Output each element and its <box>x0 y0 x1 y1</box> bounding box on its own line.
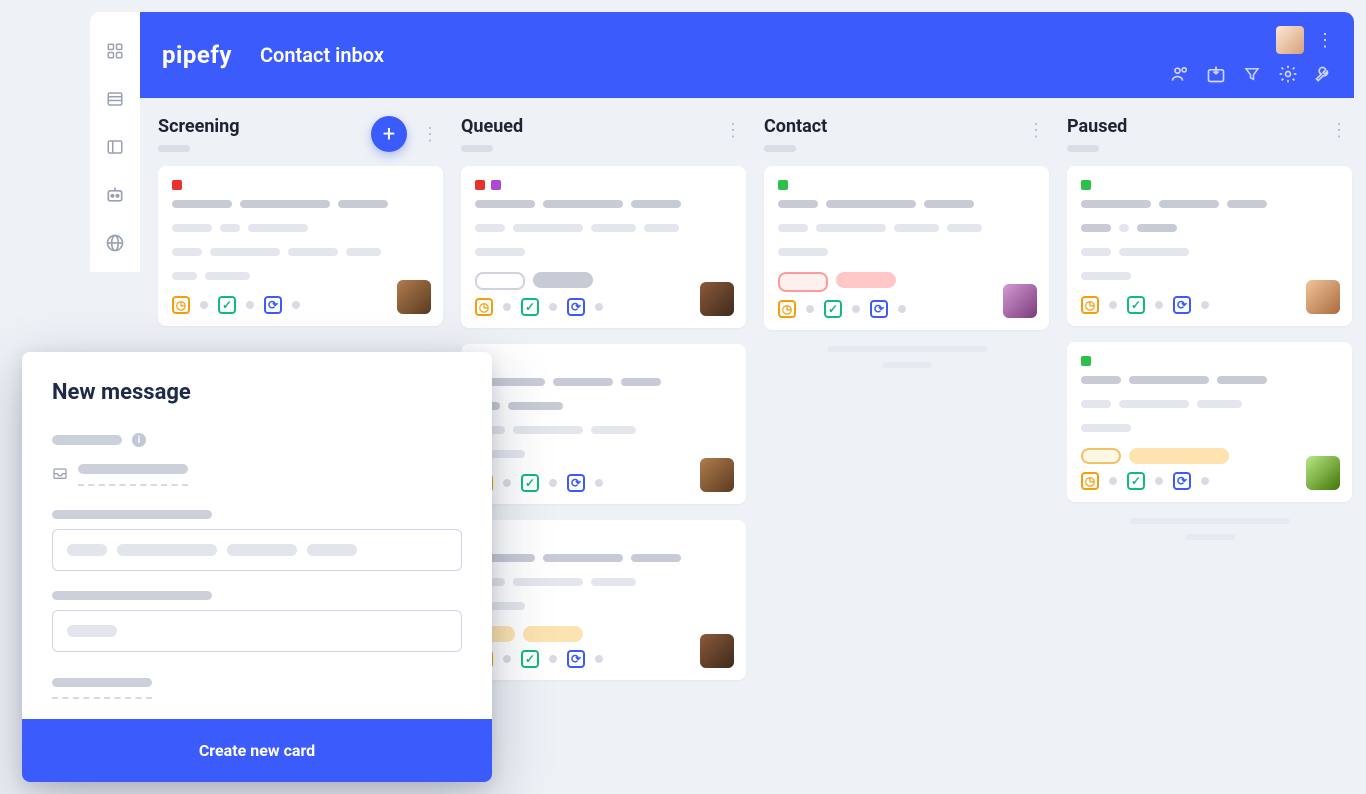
tag-red <box>172 180 182 190</box>
tools-icon[interactable] <box>1314 64 1334 84</box>
column-title: Queued <box>461 116 523 137</box>
settings-icon[interactable] <box>1278 64 1298 84</box>
assignee-avatar[interactable] <box>397 280 431 314</box>
app-header: pipefy Contact inbox ⋮ <box>140 12 1354 98</box>
kanban-card[interactable]: ◷ ✓ ⟳ <box>1067 342 1352 502</box>
people-icon[interactable] <box>1170 64 1190 84</box>
clock-icon: ◷ <box>475 298 493 316</box>
column-placeholder <box>1130 518 1290 524</box>
check-icon: ✓ <box>1127 472 1145 490</box>
left-rail <box>90 12 140 272</box>
import-icon[interactable] <box>1206 64 1226 84</box>
column-paused: Paused ⋮ ◷ ✓ ⟳ ◷ ✓ <box>1067 116 1352 794</box>
tag-green <box>1081 180 1091 190</box>
column-placeholder <box>827 346 987 352</box>
check-icon: ✓ <box>1127 296 1145 314</box>
column-placeholder <box>882 362 932 368</box>
sync-icon: ⟳ <box>567 474 585 492</box>
column-title: Paused <box>1067 116 1127 137</box>
check-icon: ✓ <box>521 298 539 316</box>
text-input[interactable] <box>52 610 462 652</box>
column-queued: Queued ⋮ ◷ ✓ ⟳ ◷ ✓ <box>461 116 746 794</box>
info-icon[interactable]: i <box>132 433 146 447</box>
add-card-button[interactable]: + <box>371 116 407 152</box>
column-menu-icon[interactable]: ⋮ <box>720 116 746 145</box>
sync-icon: ⟳ <box>264 296 282 314</box>
clock-icon: ◷ <box>172 296 190 314</box>
column-subtitle-placeholder <box>1067 145 1099 152</box>
column-title: Contact <box>764 116 827 137</box>
tag-green <box>1081 356 1091 366</box>
column-title: Screening <box>158 116 240 137</box>
apps-icon[interactable] <box>104 40 126 62</box>
check-icon: ✓ <box>521 650 539 668</box>
tag-purple <box>491 180 501 190</box>
clock-icon: ◷ <box>1081 472 1099 490</box>
field-label-placeholder <box>52 591 212 600</box>
new-message-modal: New message i Create new card <box>22 352 492 782</box>
list-icon[interactable] <box>104 88 126 110</box>
check-icon: ✓ <box>824 300 842 318</box>
column-menu-icon[interactable]: ⋮ <box>1326 116 1352 145</box>
sync-icon: ⟳ <box>567 298 585 316</box>
filter-icon[interactable] <box>1242 64 1262 84</box>
kanban-card[interactable]: ◷ ✓ ⟳ <box>158 166 443 326</box>
clock-icon: ◷ <box>778 300 796 318</box>
column-placeholder <box>1185 534 1235 540</box>
modal-title: New message <box>52 380 462 405</box>
column-subtitle-placeholder <box>461 145 493 152</box>
brand-logo: pipefy <box>162 41 232 69</box>
check-icon: ✓ <box>218 296 236 314</box>
assignee-avatar[interactable] <box>1003 284 1037 318</box>
page-title: Contact inbox <box>260 43 384 67</box>
column-subtitle-placeholder <box>764 145 796 152</box>
check-icon: ✓ <box>521 474 539 492</box>
globe-icon[interactable] <box>104 232 126 254</box>
assignee-avatar[interactable] <box>1306 280 1340 314</box>
kanban-card[interactable]: ◷ ✓ ⟳ <box>1067 166 1352 326</box>
header-actions: ⋮ <box>1170 26 1334 84</box>
kanban-card[interactable]: ◷ ✓ ⟳ <box>461 166 746 328</box>
assignee-avatar[interactable] <box>1306 456 1340 490</box>
panel-icon[interactable] <box>104 136 126 158</box>
column-menu-icon[interactable]: ⋮ <box>417 120 443 149</box>
clock-icon: ◷ <box>1081 296 1099 314</box>
text-input[interactable] <box>52 529 462 571</box>
assignee-avatar[interactable] <box>700 282 734 316</box>
kanban-card[interactable]: ◷ ✓ ⟳ <box>461 520 746 680</box>
create-card-button[interactable]: Create new card <box>22 719 492 782</box>
sync-icon: ⟳ <box>567 650 585 668</box>
assignee-avatar[interactable] <box>700 634 734 668</box>
sync-icon: ⟳ <box>870 300 888 318</box>
sync-icon: ⟳ <box>1173 472 1191 490</box>
field-label-placeholder <box>52 510 212 519</box>
kanban-card[interactable]: ◷ ✓ ⟳ <box>461 344 746 504</box>
field-placeholder <box>52 672 152 699</box>
column-menu-icon[interactable]: ⋮ <box>1023 116 1049 145</box>
current-user-avatar[interactable] <box>1276 26 1304 54</box>
tag-red <box>475 180 485 190</box>
inbox-icon <box>52 465 68 481</box>
kanban-card[interactable]: ◷ ✓ ⟳ <box>764 166 1049 330</box>
robot-icon[interactable] <box>104 184 126 206</box>
header-more-icon[interactable]: ⋮ <box>1316 30 1334 51</box>
column-subtitle-placeholder <box>158 145 190 152</box>
tag-green <box>778 180 788 190</box>
sync-icon: ⟳ <box>1173 296 1191 314</box>
column-contact: Contact ⋮ ◷ ✓ ⟳ <box>764 116 1049 794</box>
assignee-avatar[interactable] <box>700 458 734 492</box>
